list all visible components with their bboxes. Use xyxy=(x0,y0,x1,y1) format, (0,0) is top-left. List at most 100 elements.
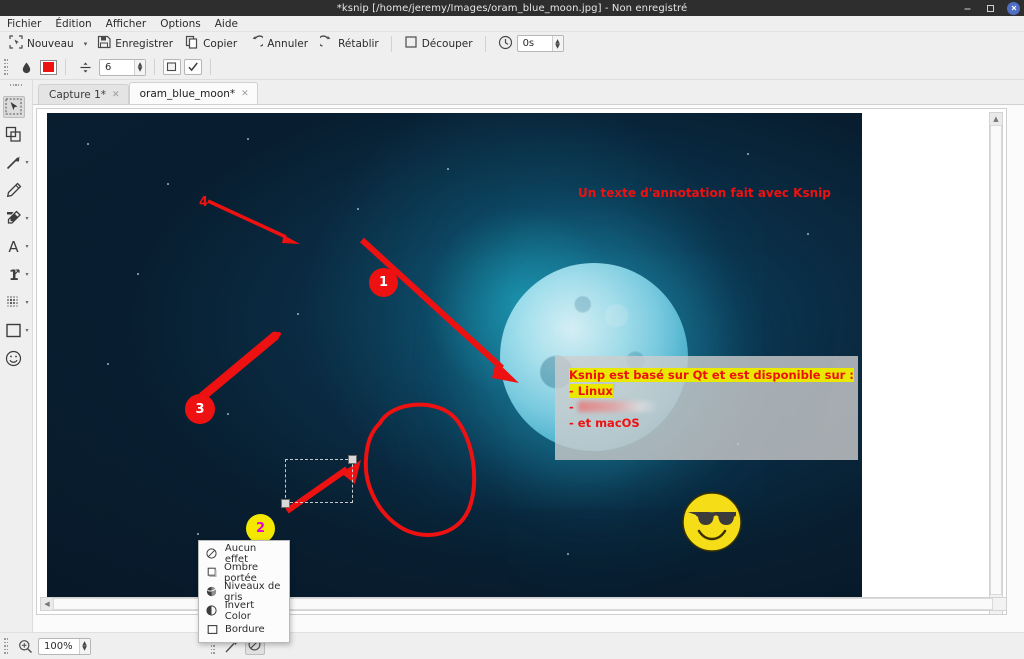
annotation-freehand-blob[interactable] xyxy=(352,393,487,543)
redo-button[interactable]: Rétablir xyxy=(315,34,384,53)
scroll-left-arrow-icon[interactable]: ◀ xyxy=(41,598,53,610)
copy-button[interactable]: Copier xyxy=(180,34,242,53)
magnifier-icon[interactable] xyxy=(15,637,35,655)
horizontal-scroll-thumb[interactable] xyxy=(53,598,993,610)
delay-spinner[interactable]: 0s ▲ ▼ xyxy=(516,35,564,52)
ctx-item-label: Bordure xyxy=(225,624,265,635)
emoji-tool[interactable] xyxy=(3,348,25,370)
ctx-item-ombre-portee[interactable]: Ombre portée xyxy=(199,562,289,584)
new-capture-button[interactable]: Nouveau xyxy=(4,34,79,53)
menu-item-fichier[interactable]: Fichier xyxy=(7,18,41,30)
delay-value[interactable]: 0s xyxy=(518,38,552,49)
undo-button[interactable]: Annuler xyxy=(244,34,313,53)
selection-handle-bottom-left[interactable] xyxy=(281,499,290,508)
tab-capture-1[interactable]: Capture 1* ✕ xyxy=(38,84,129,104)
badge-label: 4 xyxy=(199,195,209,210)
vertical-scrollbar[interactable]: ▲ xyxy=(989,112,1003,614)
marker-tool-dropdown-icon[interactable]: ▾ xyxy=(26,215,29,222)
horizontal-scrollbar[interactable]: ◀ xyxy=(40,597,1006,611)
maximize-icon[interactable] xyxy=(984,2,997,15)
effects-context-menu: Aucun effet Ombre portée Niveaux de gris… xyxy=(198,540,290,643)
number-tool[interactable]: 1 xyxy=(3,264,25,286)
width-value[interactable]: 6 xyxy=(100,62,134,73)
arrow-tool[interactable] xyxy=(3,152,25,174)
menu-item-afficher[interactable]: Afficher xyxy=(106,18,147,30)
blur-tool-dropdown-icon[interactable]: ▾ xyxy=(26,299,29,306)
textbox-line-2: - Linux xyxy=(569,384,613,398)
annotation-title-text[interactable]: Un texte d'annotation fait avec Ksnip xyxy=(578,186,831,200)
annotation-badge-1[interactable]: 1 xyxy=(369,268,398,297)
selection-bounding-box[interactable] xyxy=(285,459,353,503)
border-icon xyxy=(206,624,218,636)
annotation-arrow-1[interactable] xyxy=(347,228,527,388)
pen-tool[interactable] xyxy=(3,180,25,202)
selection-handle-top-right[interactable] xyxy=(348,455,357,464)
ctx-item-bordure[interactable]: Bordure xyxy=(199,620,289,639)
tool-row-rectangle: ▾ xyxy=(0,317,33,344)
ctx-item-aucun-effet[interactable]: Aucun effet xyxy=(199,543,289,565)
menu-item-options[interactable]: Options xyxy=(160,18,201,30)
checkbox-checked-icon[interactable] xyxy=(184,59,202,75)
image-canvas[interactable]: 1 4 3 2 Un texte d'annotation fait avec … xyxy=(47,113,862,611)
width-spinner-arrows[interactable]: ▲ ▼ xyxy=(134,59,145,75)
tab-close-icon[interactable]: ✕ xyxy=(112,90,120,100)
number-tool-dropdown-icon[interactable]: ▾ xyxy=(26,271,29,278)
props-separator-1 xyxy=(65,59,66,75)
annotation-badge-3[interactable]: 3 xyxy=(185,394,215,424)
zoom-spinner[interactable]: 100% ▲ ▼ xyxy=(38,637,91,655)
zoom-value[interactable]: 100% xyxy=(39,641,79,652)
select-tool[interactable] xyxy=(2,95,25,118)
delay-spinner-arrows[interactable]: ▲ ▼ xyxy=(551,36,563,51)
vertical-scroll-thumb[interactable] xyxy=(990,125,1002,595)
width-spinner[interactable]: 6 ▲ ▼ xyxy=(99,58,146,76)
ctx-item-niveaux-de-gris[interactable]: Niveaux de gris xyxy=(199,581,289,603)
tool-row-marker: ▾ xyxy=(0,205,33,232)
text-tool-dropdown-icon[interactable]: ▾ xyxy=(26,243,29,250)
scroll-up-arrow-icon[interactable]: ▲ xyxy=(990,113,1002,125)
zoom-spinner-arrows[interactable]: ▲ ▼ xyxy=(78,638,90,654)
tab-label: Capture 1* xyxy=(49,88,107,101)
menu-item-aide[interactable]: Aide xyxy=(215,18,238,30)
menu-item-edition[interactable]: Édition xyxy=(55,18,91,30)
arrow-tool-dropdown-icon[interactable]: ▾ xyxy=(26,159,29,166)
color-swatch[interactable] xyxy=(40,59,57,75)
save-button[interactable]: Enregistrer xyxy=(92,34,178,53)
rectangle-tool-dropdown-icon[interactable]: ▾ xyxy=(26,327,29,334)
duplicate-tool[interactable] xyxy=(3,124,25,146)
grayscale-icon xyxy=(206,586,217,598)
props-separator-3 xyxy=(210,59,211,75)
canvas-scroll-area[interactable]: 1 4 3 2 Un texte d'annotation fait avec … xyxy=(36,108,1007,615)
toolbar-grip[interactable] xyxy=(4,59,9,75)
annotation-emoji-sunglasses[interactable] xyxy=(681,491,743,553)
text-tool[interactable]: A xyxy=(3,236,25,258)
badge-label: 1 xyxy=(378,275,389,290)
floppy-disk-icon xyxy=(97,35,111,52)
tab-close-icon[interactable]: ✕ xyxy=(241,89,249,99)
annotation-arrow-4[interactable] xyxy=(202,195,312,250)
tool-row-text: A ▾ xyxy=(0,233,33,260)
rectangle-tool[interactable] xyxy=(3,320,25,342)
annotation-textbox[interactable]: Ksnip est basé sur Qt et est disponible … xyxy=(555,356,858,460)
blur-tool[interactable] xyxy=(3,292,25,314)
annotation-badge-4[interactable]: 4 xyxy=(199,195,208,210)
title-bar: *ksnip [/home/jeremy/Images/oram_blue_mo… xyxy=(0,0,1024,16)
tab-oram-blue-moon[interactable]: oram_blue_moon* ✕ xyxy=(128,82,258,104)
line-width-icon xyxy=(74,56,96,78)
copy-icon xyxy=(185,35,199,52)
delay-control: 0s ▲ ▼ xyxy=(493,34,569,53)
water-drop-icon[interactable] xyxy=(15,56,37,78)
statusbar-grip-left[interactable] xyxy=(4,638,9,654)
marker-tool[interactable] xyxy=(3,208,25,230)
window-controls xyxy=(961,0,1020,16)
tool-row-arrow: ▾ xyxy=(0,149,33,176)
close-icon[interactable] xyxy=(1007,1,1020,15)
toolbar-separator-1 xyxy=(390,35,392,52)
new-capture-dropdown-icon[interactable]: ▾ xyxy=(81,40,91,48)
crop-button[interactable]: Découper xyxy=(399,34,478,53)
annotation-badge-2[interactable]: 2 xyxy=(246,514,275,543)
no-effect-icon xyxy=(206,548,218,560)
fill-square-icon[interactable] xyxy=(163,59,181,75)
minimize-icon[interactable] xyxy=(961,2,974,15)
ctx-item-invert-color[interactable]: Invert Color xyxy=(199,600,289,622)
palette-grip[interactable] xyxy=(10,84,23,89)
